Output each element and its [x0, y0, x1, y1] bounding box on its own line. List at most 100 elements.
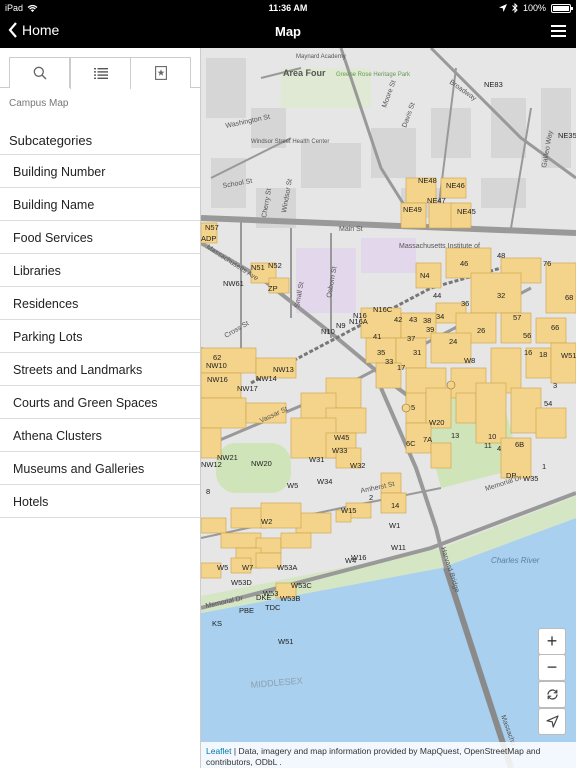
building-label[interactable]: W20 [429, 418, 444, 427]
building-label[interactable]: NE35 [558, 131, 576, 140]
building-label[interactable]: 16 [524, 348, 532, 357]
building-label[interactable]: 42 [394, 315, 402, 324]
building-label[interactable]: 46 [460, 259, 468, 268]
locate-me-button[interactable] [538, 708, 566, 735]
building-label[interactable]: 18 [539, 350, 547, 359]
building-label[interactable]: 10 [488, 432, 496, 441]
building-label[interactable]: W51 [278, 637, 293, 646]
list-item-hotels[interactable]: Hotels [0, 485, 200, 518]
list-item-residences[interactable]: Residences [0, 287, 200, 320]
building-label[interactable]: W53A [277, 563, 297, 572]
building-label[interactable]: 7A [423, 435, 432, 444]
leaflet-link[interactable]: Leaflet [206, 746, 232, 756]
building-label[interactable]: 24 [449, 337, 457, 346]
building-label[interactable]: 35 [377, 348, 385, 357]
building-label[interactable]: 37 [407, 334, 415, 343]
list-item-athena-clusters[interactable]: Athena Clusters [0, 419, 200, 452]
building-label[interactable]: W1 [389, 521, 400, 530]
list-item-building-number[interactable]: Building Number [0, 155, 200, 188]
building-label[interactable]: NW14 [256, 374, 277, 383]
building-label[interactable]: 56 [523, 331, 531, 340]
building-label[interactable]: 48 [497, 251, 505, 260]
list-item-libraries[interactable]: Libraries [0, 254, 200, 287]
building-label[interactable]: DKE [256, 593, 271, 602]
building-label[interactable]: 17 [397, 363, 405, 372]
building-label[interactable]: W4 [345, 556, 356, 565]
building-label[interactable]: 14 [391, 501, 399, 510]
building-label[interactable]: N52 [268, 261, 282, 270]
building-label[interactable]: 3 [553, 381, 557, 390]
back-button[interactable]: Home [8, 22, 59, 38]
building-label[interactable]: 68 [565, 293, 573, 302]
building-label[interactable]: 76 [543, 259, 551, 268]
building-label[interactable]: 8 [206, 487, 210, 496]
building-label[interactable]: TDC [265, 603, 281, 612]
building-label[interactable]: N4 [420, 271, 430, 280]
building-label[interactable]: 13 [451, 431, 459, 440]
tab-search[interactable] [9, 57, 70, 88]
building-label[interactable]: W32 [350, 461, 365, 470]
building-label[interactable]: W51C [561, 351, 576, 360]
building-label[interactable]: 31 [413, 348, 421, 357]
map-canvas[interactable]: Area Four Maynard Academy Greene Rose He… [201, 48, 576, 768]
building-label[interactable]: W53D [231, 578, 252, 587]
building-label[interactable]: 1 [542, 462, 546, 471]
building-label[interactable]: 66 [551, 323, 559, 332]
building-label[interactable]: DP [506, 471, 516, 480]
building-label[interactable]: 54 [544, 399, 552, 408]
list-item-parking-lots[interactable]: Parking Lots [0, 320, 200, 353]
building-label[interactable]: W53B [280, 594, 300, 603]
building-label[interactable]: NE49 [403, 205, 422, 214]
building-label[interactable]: N16C [373, 305, 393, 314]
building-label[interactable]: N57 [205, 223, 219, 232]
building-label[interactable]: N16A [349, 317, 368, 326]
building-label[interactable]: NW16 [207, 375, 228, 384]
breadcrumb[interactable]: Campus Map [0, 88, 200, 123]
building-label[interactable]: W35 [523, 474, 538, 483]
building-label[interactable]: NE45 [457, 207, 476, 216]
building-label[interactable]: NW20 [251, 459, 272, 468]
building-label[interactable]: NE46 [446, 181, 465, 190]
building-label[interactable]: 57 [513, 313, 521, 322]
building-label[interactable]: 44 [433, 291, 441, 300]
list-item-courts-green-spaces[interactable]: Courts and Green Spaces [0, 386, 200, 419]
building-label[interactable]: KS [212, 619, 222, 628]
tab-bookmarks[interactable] [130, 57, 191, 88]
list-item-food-services[interactable]: Food Services [0, 221, 200, 254]
building-label[interactable]: 33 [385, 357, 393, 366]
campus-map[interactable]: Area Four Maynard Academy Greene Rose He… [201, 48, 576, 768]
building-label[interactable]: 6C [406, 439, 416, 448]
building-label[interactable]: 11 [484, 441, 492, 450]
building-label[interactable]: W34 [317, 477, 332, 486]
building-label[interactable]: 5 [411, 403, 415, 412]
building-label[interactable]: W5 [287, 481, 298, 490]
building-label[interactable]: N51 [251, 263, 265, 272]
building-label[interactable]: NW61 [223, 279, 244, 288]
building-label[interactable]: 6B [515, 440, 524, 449]
building-label[interactable]: 36 [461, 299, 469, 308]
building-label[interactable]: 41 [373, 332, 381, 341]
building-label[interactable]: NE48 [418, 176, 437, 185]
building-label[interactable]: NW17 [237, 384, 258, 393]
building-label[interactable]: W8 [464, 356, 475, 365]
building-label[interactable]: 4 [497, 444, 501, 453]
building-label[interactable]: 7 [201, 48, 205, 50]
building-label[interactable]: 38 [423, 316, 431, 325]
building-label[interactable]: W31 [309, 455, 324, 464]
building-label[interactable]: NW13 [273, 365, 294, 374]
building-label[interactable]: N10 [321, 327, 335, 336]
building-label[interactable]: ADP [201, 234, 216, 243]
building-label[interactable]: W11 [391, 543, 406, 552]
building-label[interactable]: NW21 [217, 453, 238, 462]
zoom-out-button[interactable]: − [538, 654, 566, 681]
building-label[interactable]: W53C [291, 581, 312, 590]
building-label[interactable]: 2 [369, 493, 373, 502]
building-label[interactable]: NE83 [484, 80, 503, 89]
building-label[interactable]: W5 [217, 563, 228, 572]
list-item-museums-galleries[interactable]: Museums and Galleries [0, 452, 200, 485]
list-item-building-name[interactable]: Building Name [0, 188, 200, 221]
building-label[interactable]: W2 [261, 517, 272, 526]
building-label[interactable]: ZP [268, 284, 278, 293]
building-label[interactable]: W33 [332, 446, 347, 455]
building-label[interactable]: 43 [409, 315, 417, 324]
